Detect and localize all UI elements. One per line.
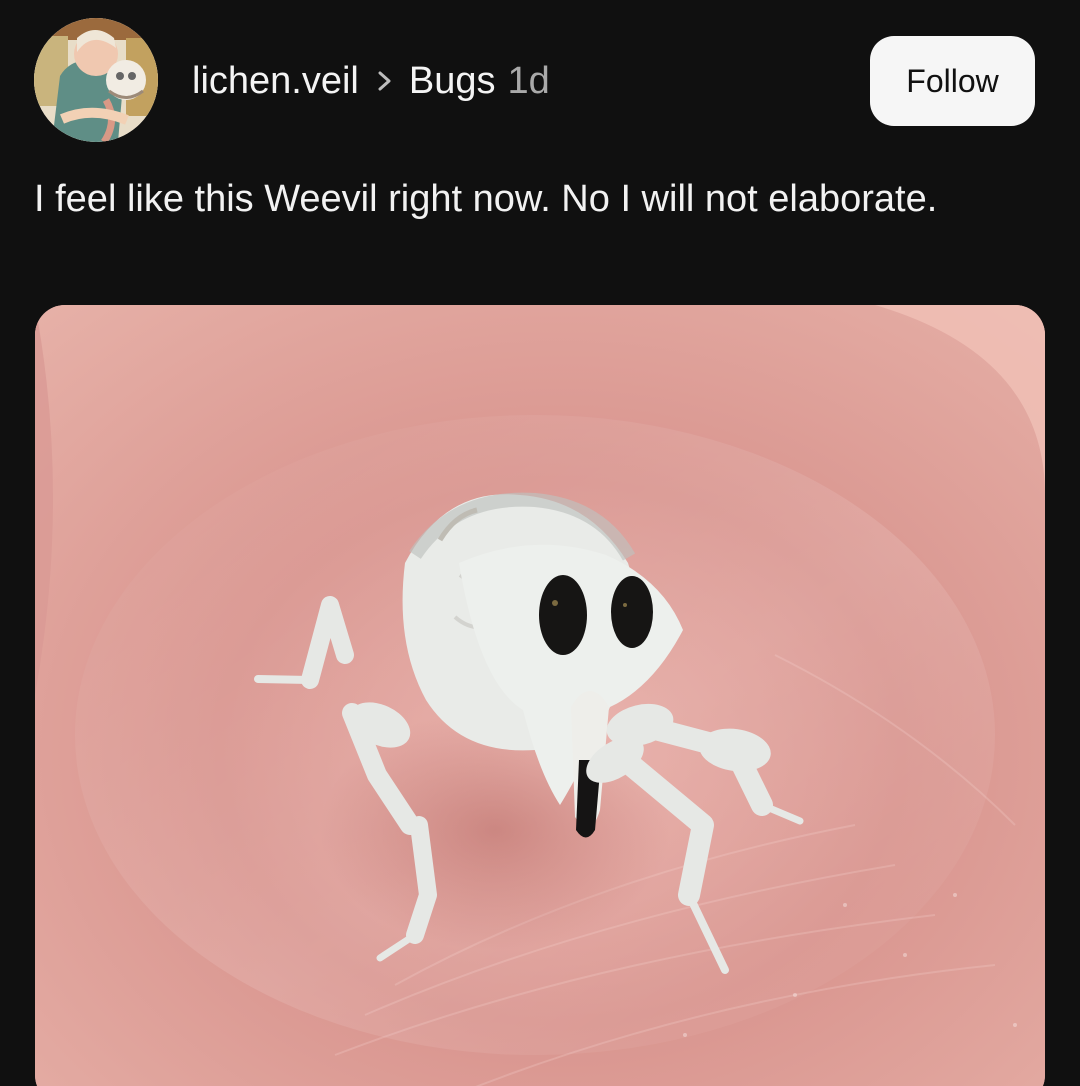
post-image[interactable] xyxy=(35,305,1045,1086)
avatar-illustration-icon xyxy=(34,18,158,142)
post-timestamp: 1d xyxy=(507,59,550,102)
author-username[interactable]: lichen.veil xyxy=(192,60,359,103)
community-link[interactable]: Bugs xyxy=(409,60,496,103)
avatar[interactable] xyxy=(34,18,158,142)
author-and-community: lichen.veil Bugs 1d xyxy=(192,58,550,104)
weevil-photo-icon xyxy=(35,305,1045,1086)
post-header: lichen.veil Bugs 1d Follow xyxy=(34,18,1035,144)
post-card: lichen.veil Bugs 1d Follow I feel like t… xyxy=(0,0,1080,1086)
post-body: I feel like this Weevil right now. No I … xyxy=(34,178,938,220)
follow-button[interactable]: Follow xyxy=(870,36,1035,126)
chevron-right-icon xyxy=(367,67,403,95)
